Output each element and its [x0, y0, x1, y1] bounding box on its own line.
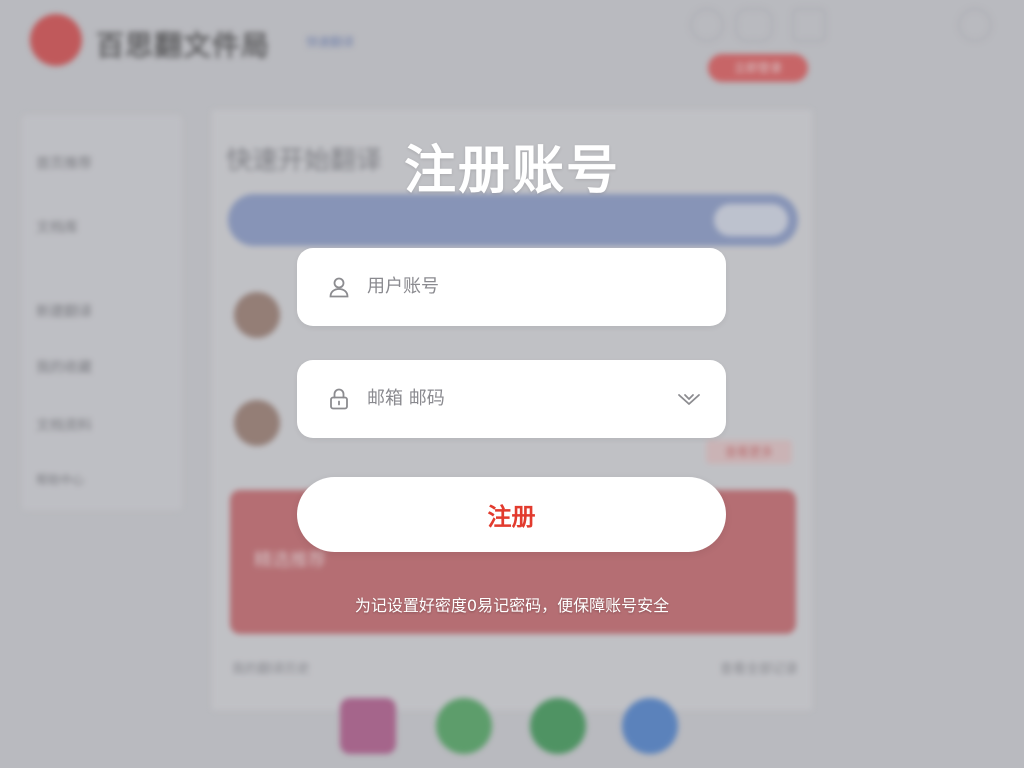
password-hint: 为记设置好密度0易记密码，便保障账号安全	[354, 596, 670, 615]
username-field[interactable]	[297, 248, 726, 326]
chevron-down-icon[interactable]	[676, 389, 702, 409]
password-input[interactable]	[367, 360, 667, 438]
username-input[interactable]	[367, 248, 667, 326]
password-field[interactable]	[297, 360, 726, 438]
register-button[interactable]: 注册	[297, 477, 726, 552]
user-icon	[327, 275, 351, 299]
register-title: 注册账号	[403, 141, 620, 201]
lock-icon	[327, 387, 351, 411]
